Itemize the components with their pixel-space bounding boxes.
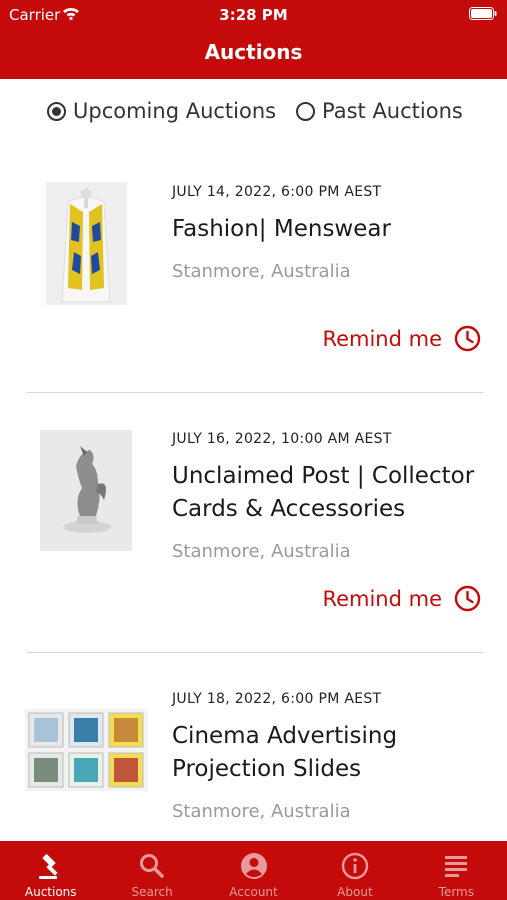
auction-title[interactable]: Unclaimed Post | Collector Cards & Acces… <box>172 460 492 526</box>
page-title: Auctions <box>204 40 303 64</box>
remind-me-label: Remind me <box>322 586 442 611</box>
upcoming-auctions-label: Upcoming Auctions <box>73 99 277 123</box>
tab-auctions-label: Auctions <box>24 885 77 899</box>
collector-thumbnail <box>40 430 132 551</box>
tab-auctions[interactable]: Auctions <box>0 841 101 900</box>
info-icon <box>341 852 369 880</box>
tab-search-label: Search <box>131 885 173 899</box>
battery-icon <box>469 7 497 20</box>
auction-date: JULY 16, 2022, 10:00 AM AEST <box>172 431 392 447</box>
clock-icon <box>454 585 481 612</box>
menswear-thumbnail <box>46 182 127 305</box>
terms-icon <box>445 856 468 877</box>
auction-filter: Upcoming Auctions Past Auctions <box>0 96 507 132</box>
tab-terms-label: Terms <box>438 885 474 899</box>
auction-date: JULY 18, 2022, 6:00 PM AEST <box>172 691 382 707</box>
auction-card[interactable]: JULY 14, 2022, 6:00 PM AEST Fashion| Men… <box>0 160 507 392</box>
projection-slides-thumbnail <box>25 709 148 791</box>
clock-icon <box>454 325 481 352</box>
auction-card[interactable]: JULY 16, 2022, 10:00 AM AEST Unclaimed P… <box>0 393 507 652</box>
auction-location: Stanmore, Australia <box>172 261 351 282</box>
status-bar: Carrier 3:28 PM <box>0 0 507 30</box>
app-header: Carrier 3:28 PM Auctions <box>0 0 507 79</box>
past-auctions-radio[interactable]: Past Auctions <box>296 99 463 123</box>
tab-about[interactable]: About <box>304 841 405 900</box>
tab-about-label: About <box>337 885 373 899</box>
remind-me-button[interactable]: Remind me <box>322 325 481 352</box>
auction-date: JULY 14, 2022, 6:00 PM AEST <box>172 184 382 200</box>
search-icon <box>140 854 164 878</box>
account-icon <box>240 853 267 879</box>
auction-title[interactable]: Cinema Advertising Projection Slides <box>172 720 492 786</box>
past-auctions-label: Past Auctions <box>322 99 463 123</box>
tab-account-label: Account <box>229 885 278 899</box>
remind-me-label: Remind me <box>322 326 442 351</box>
tab-account[interactable]: Account <box>203 841 304 900</box>
upcoming-auctions-radio[interactable]: Upcoming Auctions <box>47 99 276 123</box>
gavel-icon <box>38 853 58 879</box>
auction-location: Stanmore, Australia <box>172 801 351 822</box>
auction-title[interactable]: Fashion| Menswear <box>172 213 492 246</box>
tab-search[interactable]: Search <box>101 841 202 900</box>
radio-unchecked-icon <box>296 101 315 121</box>
remind-me-button[interactable]: Remind me <box>322 585 481 612</box>
radio-checked-icon <box>47 101 66 121</box>
status-time: 3:28 PM <box>219 6 288 24</box>
tab-bar: Auctions Search Account About Terms <box>0 841 507 900</box>
auction-card[interactable]: JULY 18, 2022, 6:00 PM AEST Cinema Adver… <box>0 653 507 841</box>
auction-location: Stanmore, Australia <box>172 541 351 562</box>
tab-terms[interactable]: Terms <box>406 841 507 900</box>
